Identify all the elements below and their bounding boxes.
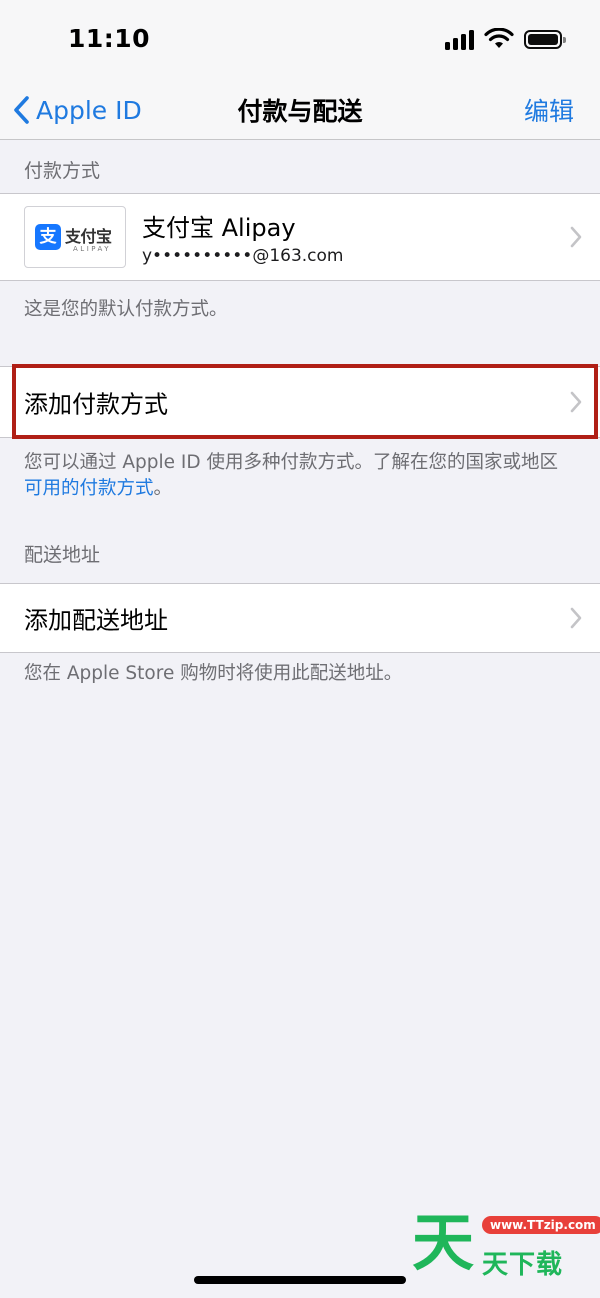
add-payment-method-row[interactable]: 添加付款方式 [0,366,600,438]
watermark-logo: 天 www.TTzip.com 天下载 [412,1206,600,1290]
chevron-right-icon [570,607,582,629]
section-header-payment: 付款方式 [24,160,101,182]
alipay-logo-text: 支付宝 [65,227,112,246]
chevron-right-icon [570,391,582,413]
page-title: 付款与配送 [237,97,363,126]
status-icons [445,28,566,50]
status-bar: 11:10 [0,0,600,80]
watermark-big-char: 天 [412,1206,475,1279]
watermark-url: www.TTzip.com [482,1216,600,1234]
alipay-logo: 支 支付宝 ALIPAY [24,206,126,268]
alipay-mark-icon: 支 [35,224,61,250]
battery-icon [524,29,566,49]
payment-info-suffix: 。 [153,478,173,499]
wifi-icon [484,28,514,48]
payment-info-text: 您可以通过 Apple ID 使用多种付款方式。了解在您的国家或地区可用的付款方… [24,450,576,502]
default-payment-note: 这是您的默认付款方式。 [24,299,228,320]
payment-method-account: y••••••••••@163.com [142,246,344,266]
navigation-bar: Apple ID 付款与配送 编辑 [0,80,600,140]
edit-button[interactable]: 编辑 [524,92,574,128]
watermark-text: 天下载 [482,1250,564,1280]
add-shipping-address-row[interactable]: 添加配送地址 [0,583,600,653]
payment-method-row[interactable]: 支 支付宝 ALIPAY 支付宝 Alipay y••••••••••@163.… [0,193,600,281]
section-header-shipping: 配送地址 [24,544,101,566]
home-indicator[interactable] [194,1276,406,1284]
status-time: 11:10 [68,24,151,53]
shipping-note: 您在 Apple Store 购物时将使用此配送地址。 [24,663,403,684]
add-shipping-address-label: 添加配送地址 [24,606,168,635]
payment-info-prefix: 您可以通过 Apple ID 使用多种付款方式。了解在您的国家或地区 [24,452,559,473]
chevron-right-icon [570,226,582,248]
add-payment-method-label: 添加付款方式 [24,390,168,419]
cellular-signal-icon [445,28,474,50]
alipay-logo-subtext: ALIPAY [73,245,112,253]
payment-method-name: 支付宝 Alipay [142,214,296,242]
available-payment-methods-link[interactable]: 可用的付款方式 [24,478,154,499]
